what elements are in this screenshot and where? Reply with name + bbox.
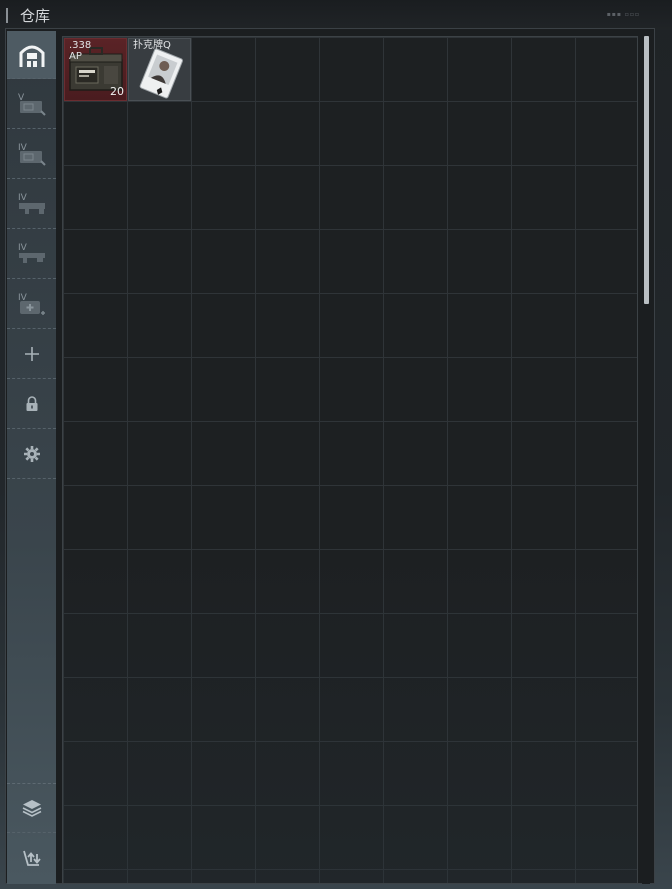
stash-grid[interactable]: .338 AP 20 扑克牌Q [62,36,638,884]
title-bar: 仓库 ▪▪▪ ▫▫▫ [0,0,672,30]
sidebar-item-container-iv[interactable]: IV [7,129,56,179]
weapon-case-iv-icon-2: IV [18,243,45,263]
container-iv-icon: IV [18,143,46,166]
sidebar-item-weapon-case-iv[interactable]: IV [7,179,56,229]
gear-icon [23,445,40,462]
sidebar-transfer-button[interactable] [7,833,56,883]
weapon-case-iv-icon: IV [18,193,45,214]
medical-case-iv-icon: IV [18,293,45,315]
sidebar-layers-button[interactable] [7,783,56,833]
sidebar-lock-button[interactable] [7,379,56,429]
status-indicator: ▪▪▪ ▫▫▫ [606,11,640,18]
sidebar-settings-button[interactable] [7,429,56,479]
sidebar: V IV IV IV IV [7,31,56,884]
sidebar-item-medical-case-iv[interactable]: IV [7,279,56,329]
page-title: 仓库 [20,7,51,25]
inventory-item-playing-card[interactable]: 扑克牌Q [128,38,191,101]
add-icon [24,346,39,361]
inventory-item-ammo-box[interactable]: .338 AP 20 [64,38,127,101]
container-v-icon: V [18,93,46,116]
transfer-icon [22,850,41,866]
item-name: .338 [69,40,92,51]
scrollbar-thumb[interactable] [644,36,649,304]
layers-icon [22,800,41,817]
item-name: 扑克牌Q [133,40,171,51]
sidebar-item-stash[interactable] [7,31,56,79]
item-count: 20 [110,85,124,98]
sidebar-add-button[interactable] [7,329,56,379]
svg-text:IV: IV [18,243,28,253]
item-subtype: AP [69,51,82,62]
stash-icon [19,45,44,67]
sidebar-item-container-v[interactable]: V [7,79,56,129]
sidebar-item-weapon-case-iv-2[interactable]: IV [7,229,56,279]
grid-shade [63,37,637,883]
svg-text:IV: IV [18,193,28,203]
title-marker [6,8,8,23]
lock-icon [26,395,37,411]
